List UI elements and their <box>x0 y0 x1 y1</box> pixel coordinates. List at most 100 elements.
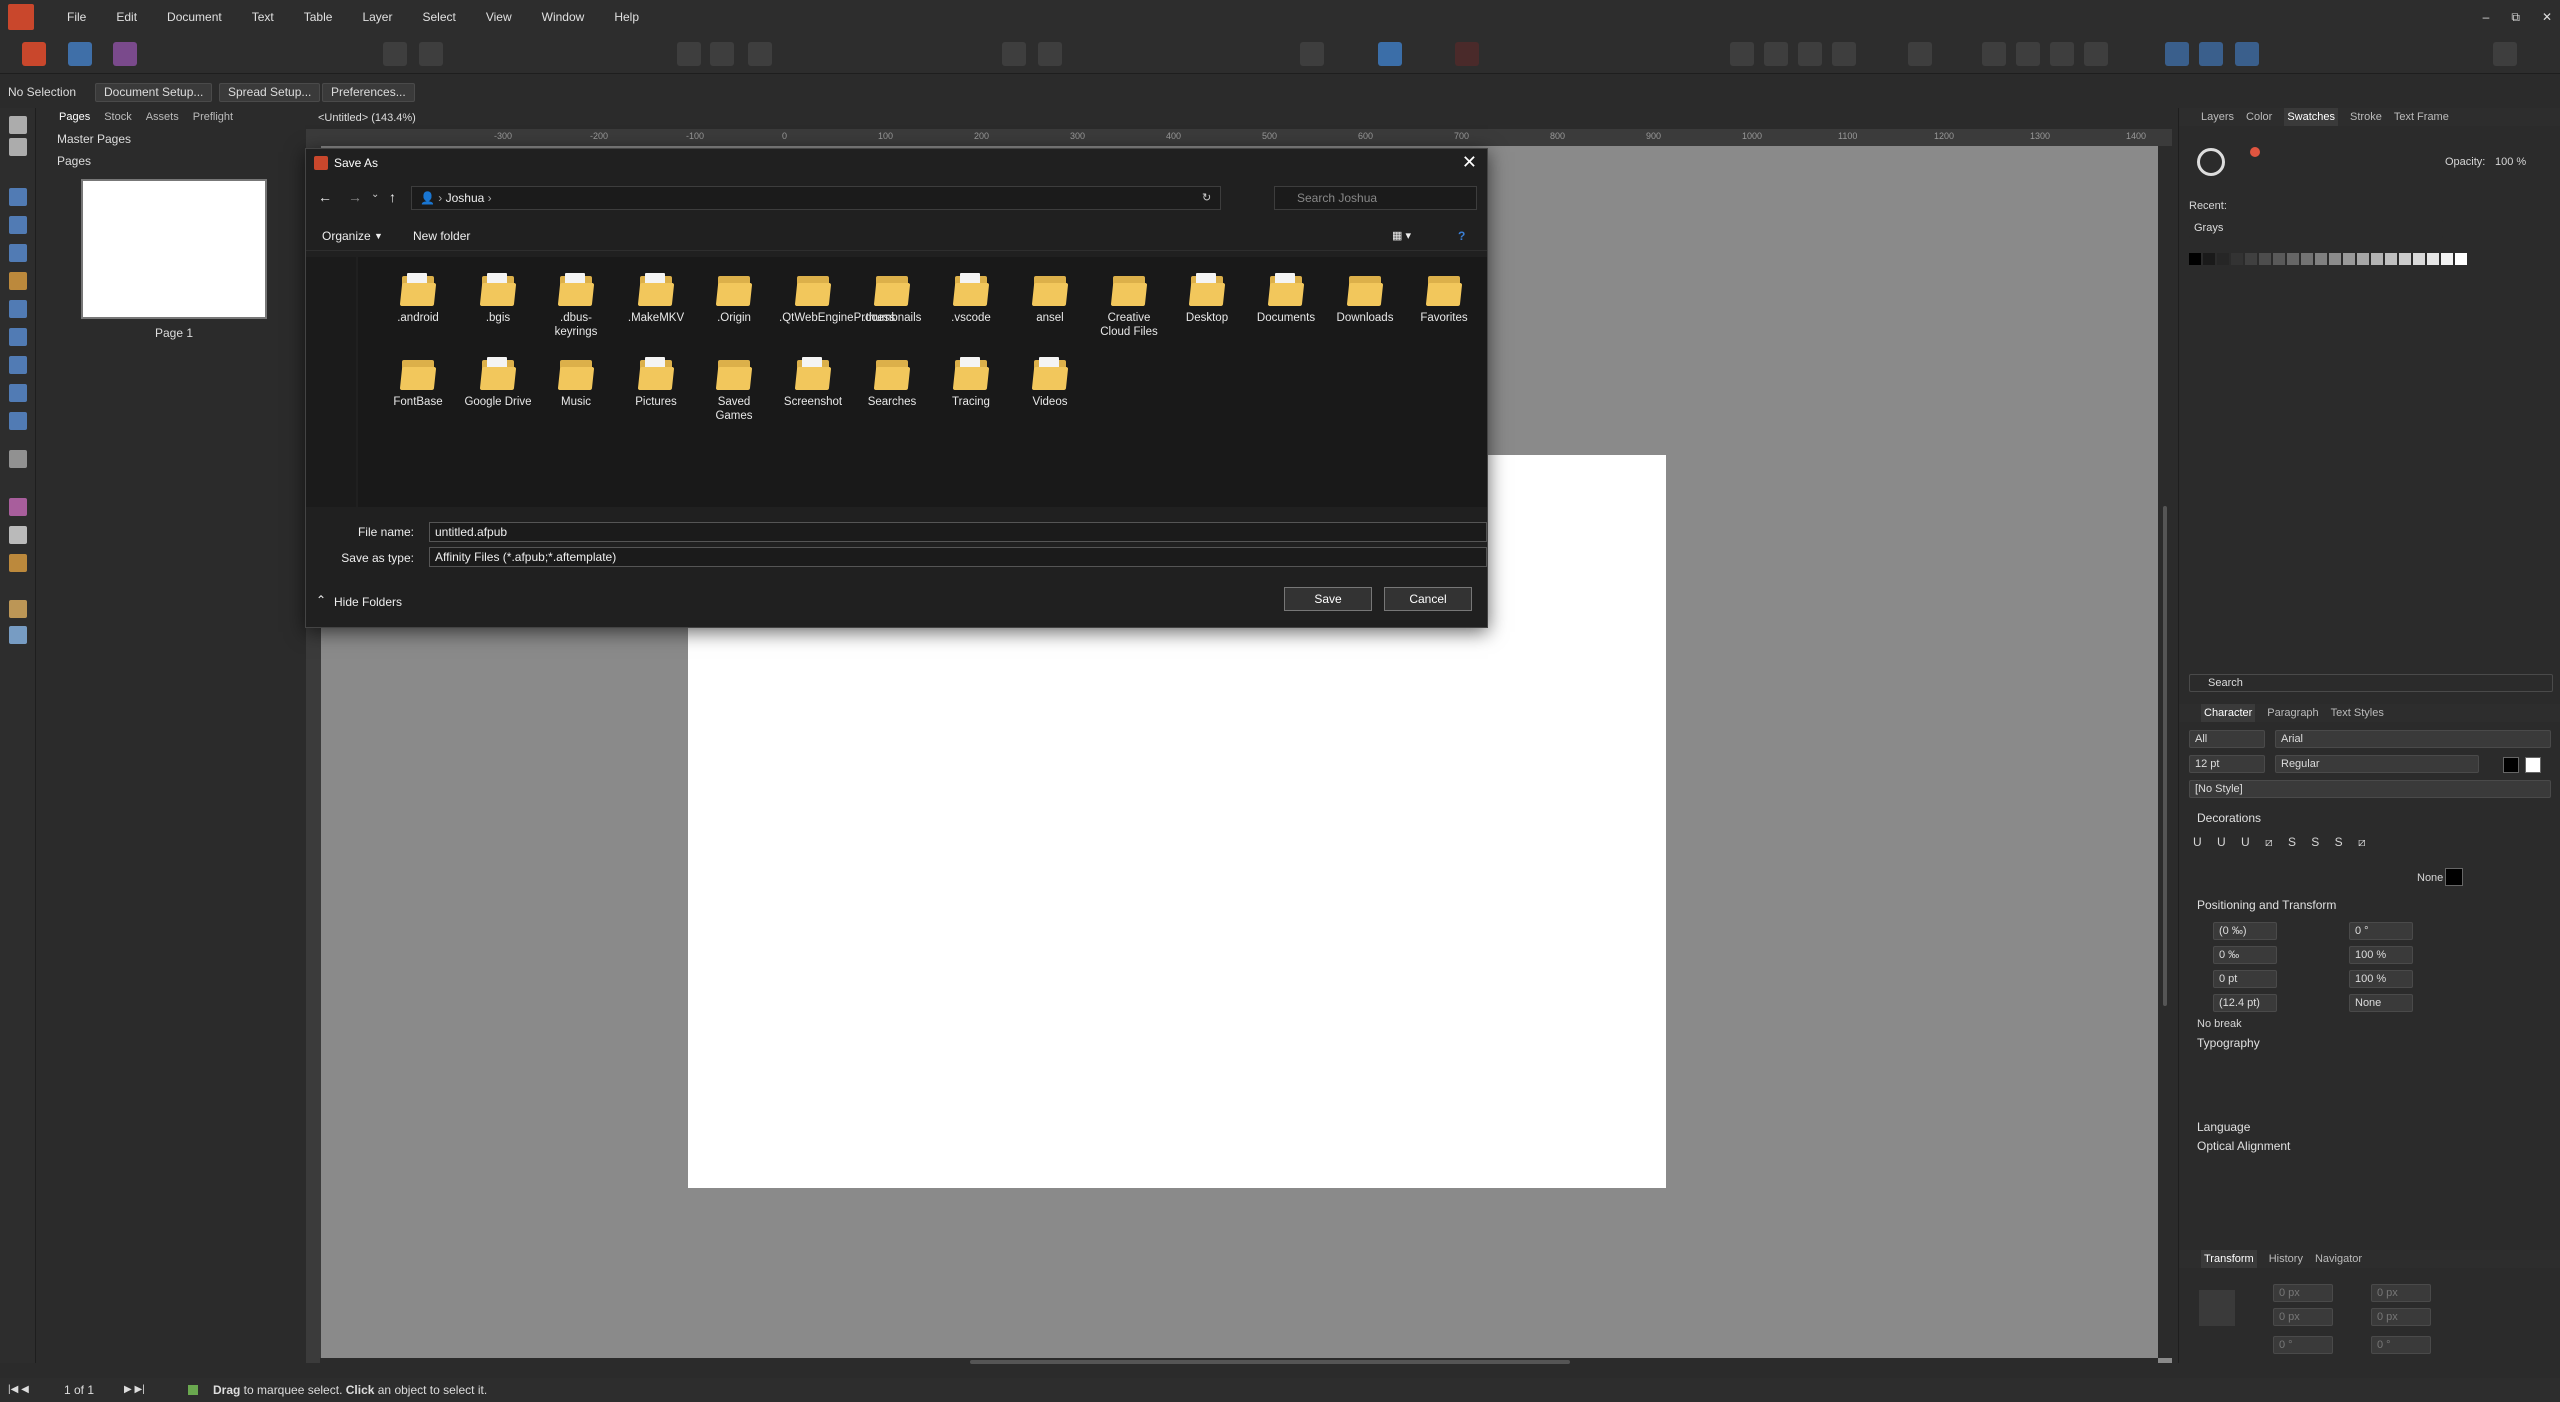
folder-item[interactable]: .dbus-keyrings <box>542 273 610 339</box>
boolean-add-icon[interactable] <box>2050 42 2074 66</box>
preview-mode-icon[interactable] <box>1300 42 1324 66</box>
node-tool-icon[interactable] <box>9 138 27 156</box>
frame-text-tool-icon[interactable] <box>9 188 27 206</box>
menu-document[interactable]: Document <box>152 0 237 34</box>
leading-input[interactable]: (12.4 pt) <box>2213 994 2277 1012</box>
tab-layers[interactable]: Layers <box>2201 108 2234 126</box>
typography-section[interactable]: Typography <box>2197 1036 2260 1050</box>
view-options-icon[interactable]: ▦ ▾ <box>1392 221 1411 251</box>
tab-transform[interactable]: Transform <box>2201 1250 2257 1268</box>
next-page-icon[interactable]: ▶ ▶| <box>124 1378 145 1402</box>
photo-persona-icon[interactable] <box>113 42 137 66</box>
color-dot-icon[interactable] <box>2250 147 2260 157</box>
text-fill-swatch[interactable] <box>2503 757 2519 773</box>
positioning-section[interactable]: Positioning and Transform <box>2197 898 2336 912</box>
folder-item[interactable]: Desktop <box>1173 273 1241 325</box>
tab-preflight[interactable]: Preflight <box>193 108 233 126</box>
preferences-button[interactable]: Preferences... <box>322 83 415 102</box>
folder-item[interactable]: Searches <box>858 357 926 409</box>
swatch[interactable] <box>2301 253 2313 265</box>
back-arrow-icon[interactable]: ← <box>318 189 332 205</box>
swatch[interactable] <box>2287 253 2299 265</box>
frame-icon[interactable] <box>419 42 443 66</box>
first-page-icon[interactable]: |◀ ◀ <box>8 1378 29 1402</box>
picture-frame-tool-icon[interactable] <box>9 328 27 346</box>
close-icon[interactable]: ✕ <box>1462 152 1477 173</box>
horizontal-scale-input[interactable]: 100 % <box>2349 970 2413 988</box>
distribute-icon[interactable] <box>1038 42 1062 66</box>
help-icon[interactable]: ? <box>1458 221 1465 251</box>
tab-navigator[interactable]: Navigator <box>2315 1250 2362 1268</box>
vector-crop-tool-icon[interactable] <box>9 412 27 430</box>
rotate-icon[interactable] <box>1982 42 2006 66</box>
organize-button[interactable]: Organize <box>322 221 371 251</box>
swatch[interactable] <box>2343 253 2355 265</box>
tab-pages[interactable]: Pages <box>59 108 90 126</box>
restore-button[interactable]: ⧉ <box>2511 10 2520 25</box>
address-bar[interactable]: 👤 › Joshua › <box>411 186 1221 210</box>
hide-folders-button[interactable]: Hide Folders <box>334 595 402 609</box>
document-tab[interactable]: <Untitled> (143.4%) <box>306 108 2172 129</box>
horizontal-scrollbar[interactable] <box>320 1358 2158 1366</box>
transparency-tool-icon[interactable] <box>9 526 27 544</box>
order-top-icon[interactable] <box>1832 42 1856 66</box>
menu-view[interactable]: View <box>471 0 527 34</box>
zoom-tool-icon[interactable] <box>9 626 27 644</box>
tab-history[interactable]: History <box>2269 1250 2303 1268</box>
character-style-select[interactable]: [No Style] <box>2189 780 2551 798</box>
swatch[interactable] <box>2217 253 2229 265</box>
width-input[interactable]: 0 px <box>2371 1284 2431 1302</box>
baseline-input[interactable]: 0 pt <box>2213 970 2277 988</box>
save-type-select[interactable]: Affinity Files (*.afpub;*.aftemplate) <box>429 547 1487 567</box>
optical-alignment-section[interactable]: Optical Alignment <box>2197 1139 2290 1153</box>
account-icon[interactable] <box>2493 42 2517 66</box>
shear-input[interactable]: 0 ° <box>2349 922 2413 940</box>
ellipse-tool-icon[interactable] <box>9 356 27 374</box>
cancel-button[interactable]: Cancel <box>1384 587 1472 611</box>
rotation-input[interactable]: 0 ° <box>2273 1336 2333 1354</box>
palette-select[interactable]: Grays <box>2189 220 2443 238</box>
kerning-input[interactable]: (0 ‰) <box>2213 922 2277 940</box>
menu-help[interactable]: Help <box>599 0 654 34</box>
transform-tool-icon[interactable] <box>9 450 27 468</box>
folder-item[interactable]: Pictures <box>622 357 690 409</box>
vertical-scale-input[interactable]: 100 % <box>2349 946 2413 964</box>
font-weight-select[interactable]: Regular <box>2275 755 2479 773</box>
folder-item[interactable]: .MakeMKV <box>622 273 690 325</box>
assistant-icon[interactable] <box>2165 42 2189 66</box>
swatch[interactable] <box>2385 253 2397 265</box>
language-section[interactable]: Language <box>2197 1120 2250 1134</box>
designer-persona-icon[interactable] <box>68 42 92 66</box>
share-icon[interactable] <box>2235 42 2259 66</box>
tab-paragraph[interactable]: Paragraph <box>2267 704 2318 722</box>
text-background-swatch[interactable] <box>2525 757 2541 773</box>
order-back-icon[interactable] <box>1730 42 1754 66</box>
close-window-button[interactable]: ✕ <box>2542 10 2552 24</box>
folder-item[interactable]: Creative Cloud Files <box>1095 273 1163 339</box>
font-family-select[interactable]: Arial <box>2275 730 2551 748</box>
folder-item[interactable]: Music <box>542 357 610 409</box>
view-mode-icon[interactable] <box>1378 42 1402 66</box>
rotate-ccw-icon[interactable] <box>2016 42 2040 66</box>
studio-icon[interactable] <box>2199 42 2223 66</box>
swatch[interactable] <box>2259 253 2271 265</box>
folder-item[interactable]: Google Drive <box>464 357 532 409</box>
spacing-select[interactable]: None <box>2349 994 2413 1012</box>
swatch[interactable] <box>2455 253 2467 265</box>
minimize-button[interactable]: – <box>2483 10 2490 24</box>
tab-color[interactable]: Color <box>2246 108 2272 126</box>
artistic-text-tool-icon[interactable] <box>9 244 27 262</box>
table-icon[interactable] <box>748 42 772 66</box>
tab-assets[interactable]: Assets <box>146 108 179 126</box>
folder-item[interactable]: .thumbnails <box>858 273 926 325</box>
folder-item[interactable]: Documents <box>1252 273 1320 325</box>
swatch[interactable] <box>2441 253 2453 265</box>
swatch[interactable] <box>2189 253 2201 265</box>
height-input[interactable]: 0 px <box>2371 1308 2431 1326</box>
folder-item[interactable]: Screenshot <box>779 357 847 409</box>
tab-stock[interactable]: Stock <box>104 108 132 126</box>
swatch[interactable] <box>2315 253 2327 265</box>
decoration-color-swatch[interactable] <box>2445 868 2463 886</box>
pages-section[interactable]: Pages <box>57 154 91 168</box>
place-image-icon[interactable] <box>383 42 407 66</box>
